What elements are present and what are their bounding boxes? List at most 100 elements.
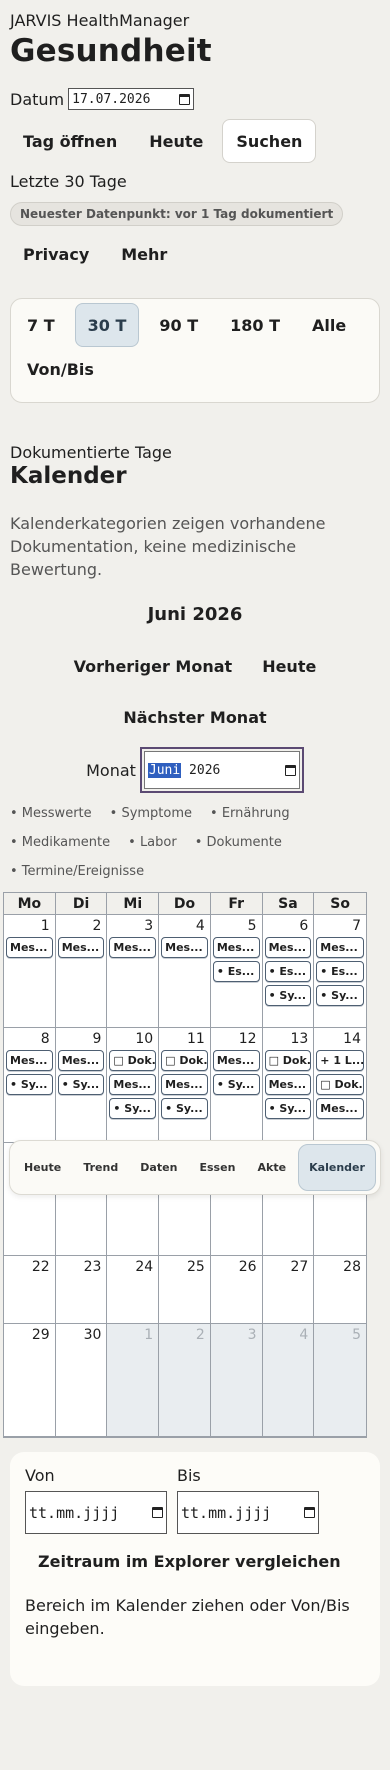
calendar-day[interactable]: 5	[314, 1324, 366, 1437]
day-category-chip[interactable]: • Sy...	[212, 1074, 260, 1095]
day-category-chip[interactable]: • Sy...	[264, 1098, 312, 1119]
calendar-day[interactable]: 10 □ Dok. Mes... • Sy...	[107, 1028, 160, 1143]
day-category-chip[interactable]: • Sy...	[161, 1098, 208, 1119]
day-category-chip[interactable]: Mes...	[212, 1050, 260, 1071]
calendar-day[interactable]: 13 □ Dok. Mes... • Sy...	[262, 1028, 315, 1143]
day-category-chip[interactable]: □ Dok.	[109, 1050, 157, 1071]
privacy-button[interactable]: Privacy	[10, 232, 102, 276]
day-category-chip[interactable]: Mes...	[264, 1074, 312, 1095]
range-button[interactable]: 30 T	[74, 303, 140, 347]
day-category-chip[interactable]: Mes...	[109, 1074, 157, 1095]
day-category-chip[interactable]: Mes...	[6, 1050, 53, 1071]
day-category-chip[interactable]: □ Dok.	[316, 1074, 364, 1095]
calendar-week: 22 23 24 25 26 27 28	[4, 1256, 366, 1324]
nav-item-akte[interactable]: Akte	[248, 1144, 297, 1191]
day-number: 28	[343, 1259, 361, 1275]
day-category-chip[interactable]: □ Dok.	[264, 1050, 312, 1071]
open-day-button[interactable]: Tag öffnen	[10, 119, 130, 163]
calendar-day[interactable]: 9 Mes... • Sy...	[55, 1028, 108, 1143]
day-category-chip[interactable]: Mes...	[316, 937, 364, 958]
calendar-day[interactable]: 2	[159, 1324, 211, 1437]
compare-range-button[interactable]: Zeitraum im Explorer vergleichen	[25, 1552, 365, 1574]
calendar-day[interactable]: 6 Mes... • Es... • Sy...	[262, 915, 315, 1028]
month-input-focus: Juni 2026	[139, 747, 304, 793]
range-button[interactable]: Alle	[300, 303, 358, 347]
calendar-day[interactable]: 14 + 1 L... □ Dok. Mes...	[314, 1028, 366, 1143]
day-category-chip[interactable]: Mes...	[161, 937, 208, 958]
day-category-chip[interactable]: Mes...	[57, 1050, 105, 1071]
day-category-chip[interactable]: Mes...	[316, 1098, 364, 1119]
day-category-chip[interactable]: • Sy...	[316, 985, 364, 1006]
month-today-button[interactable]: Heute	[249, 643, 329, 689]
range-button[interactable]: Von/Bis	[15, 347, 106, 391]
day-category-chip[interactable]: Mes...	[57, 937, 105, 958]
from-date-input[interactable]: tt.mm.jjjj	[25, 1491, 167, 1534]
calendar-day[interactable]: 23	[55, 1256, 108, 1324]
nav-item-essen[interactable]: Essen	[190, 1144, 246, 1191]
nav-item-trend[interactable]: Trend	[73, 1144, 128, 1191]
calendar-day[interactable]: 29	[4, 1324, 56, 1437]
calendar-day[interactable]: 24	[107, 1256, 160, 1324]
calendar-day[interactable]: 12 Mes... • Sy...	[210, 1028, 263, 1143]
range-button[interactable]: 180 T	[218, 303, 292, 347]
day-category-chip[interactable]: • Sy...	[264, 985, 312, 1006]
day-number: 6	[299, 918, 309, 934]
day-category-chip[interactable]: Mes...	[212, 937, 260, 958]
calendar-day[interactable]: 26	[210, 1256, 263, 1324]
to-date-input[interactable]: tt.mm.jjjj	[177, 1491, 319, 1534]
calendar-day[interactable]: 11 □ Dok. Mes... • Sy...	[159, 1028, 211, 1143]
day-number: 5	[352, 1327, 361, 1343]
day-category-chip[interactable]: • Sy...	[57, 1074, 105, 1095]
calendar-icon[interactable]	[284, 764, 296, 776]
calendar-day[interactable]: 1 Mes...	[4, 915, 56, 1028]
calendar-icon[interactable]	[304, 1507, 315, 1518]
next-month-button[interactable]: Nächster Monat	[110, 695, 279, 739]
prev-month-button[interactable]: Vorheriger Monat	[61, 643, 246, 689]
day-category-chip[interactable]: Mes...	[6, 937, 53, 958]
nav-item-daten[interactable]: Daten	[130, 1144, 187, 1191]
calendar-day[interactable]: 25	[159, 1256, 211, 1324]
calendar-day[interactable]: 22	[4, 1256, 56, 1324]
calendar-day[interactable]: 3	[210, 1324, 263, 1437]
calendar-day[interactable]: 4 Mes...	[159, 915, 211, 1028]
calendar-day[interactable]: 28	[314, 1256, 366, 1324]
day-category-chip[interactable]: Mes...	[109, 937, 157, 958]
day-category-chip[interactable]: • Es...	[212, 961, 260, 982]
day-number: 10	[135, 1031, 154, 1047]
search-button[interactable]: Suchen	[222, 119, 317, 163]
day-number: 25	[187, 1259, 205, 1275]
range-button[interactable]: 90 T	[147, 303, 210, 347]
day-category-chip[interactable]: □ Dok.	[161, 1050, 208, 1071]
nav-item-kalender[interactable]: Kalender	[298, 1144, 376, 1191]
day-category-chip[interactable]: • Es...	[264, 961, 312, 982]
calendar-icon[interactable]	[179, 93, 191, 105]
today-button[interactable]: Heute	[136, 119, 216, 163]
calendar-day[interactable]: 8 Mes... • Sy...	[4, 1028, 56, 1143]
day-category-chip[interactable]: • Sy...	[109, 1098, 157, 1119]
weekday-label: Mi	[107, 893, 160, 915]
nav-item-heute[interactable]: Heute	[14, 1144, 71, 1191]
range-button[interactable]: 7 T	[15, 303, 67, 347]
to-label: Bis	[177, 1466, 201, 1485]
day-category-chip[interactable]: • Es...	[316, 961, 364, 982]
calendar-day[interactable]: 2 Mes...	[55, 915, 108, 1028]
range-selector: 7 T 30 T 90 T 180 T Alle Von/Bis	[10, 298, 380, 403]
day-category-chip[interactable]: Mes...	[161, 1074, 208, 1095]
calendar-day[interactable]: 4	[262, 1324, 315, 1437]
more-button[interactable]: Mehr	[108, 232, 180, 276]
calendar-day[interactable]: 1	[107, 1324, 160, 1437]
day-category-chip[interactable]: Mes...	[264, 937, 312, 958]
app-name: JARVIS HealthManager	[10, 11, 190, 30]
calendar-day[interactable]: 30	[55, 1324, 108, 1437]
calendar-day[interactable]: 3 Mes...	[107, 915, 160, 1028]
day-category-chip[interactable]: • Sy...	[6, 1074, 53, 1095]
month-label: Monat	[86, 760, 136, 780]
calendar-day[interactable]: 27	[262, 1256, 315, 1324]
month-input[interactable]: Juni 2026	[143, 751, 300, 789]
legend-item: • Medikamente	[10, 835, 111, 850]
day-category-chip[interactable]: + 1 L...	[316, 1050, 364, 1071]
calendar-icon[interactable]	[152, 1507, 163, 1518]
calendar-day[interactable]: 7 Mes... • Es... • Sy...	[314, 915, 366, 1028]
date-input[interactable]: 17.07.2026	[68, 88, 195, 110]
calendar-day[interactable]: 5 Mes... • Es...	[210, 915, 263, 1028]
